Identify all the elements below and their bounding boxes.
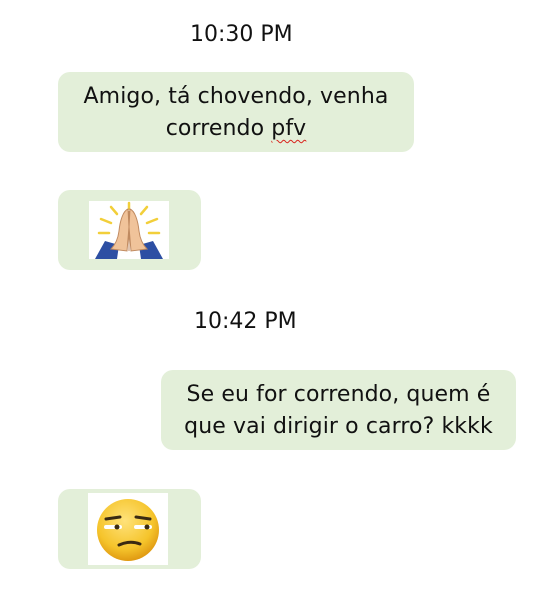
message-line-2: correndo pfv <box>58 113 414 145</box>
message-word: correndo <box>165 116 272 141</box>
unamused-face-svg <box>97 499 159 561</box>
timestamp-2: 10:42 PM <box>194 309 297 334</box>
message-line-1: Se eu for correndo, quem é <box>186 382 491 407</box>
message-line-2: que vai dirigir o carro? kkkk <box>184 414 493 439</box>
emoji-bubble-2[interactable] <box>58 489 201 569</box>
spellcheck-flagged-word: pfv <box>271 116 307 141</box>
message-bubble-2[interactable]: Se eu for correndo, quem é que vai dirig… <box>161 370 516 450</box>
message-bubble-1[interactable]: Amigo, tá chovendo, venha correndo pfv <box>58 72 414 152</box>
praying-hands-icon <box>89 201 169 259</box>
message-line-1: Amigo, tá chovendo, venha <box>83 84 389 109</box>
praying-hands-svg <box>95 201 163 259</box>
emoji-bubble-1[interactable] <box>58 190 201 270</box>
unamused-face-icon <box>88 493 168 565</box>
timestamp-1: 10:30 PM <box>190 22 293 47</box>
